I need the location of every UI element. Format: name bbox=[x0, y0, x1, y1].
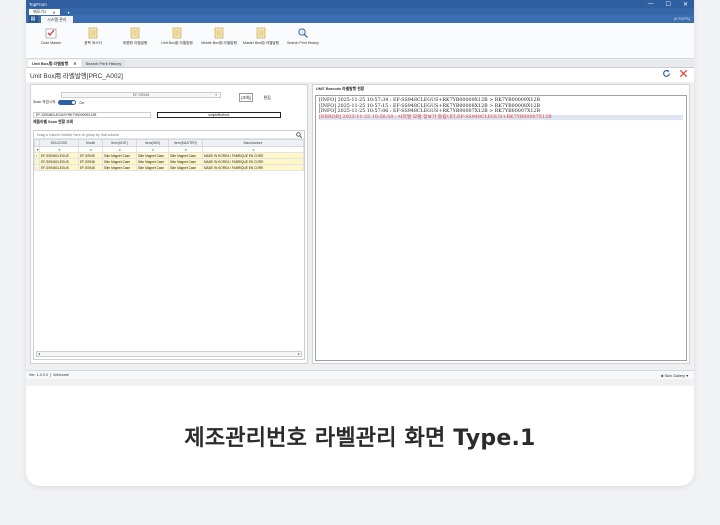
column-header[interactable]: Item(MID) bbox=[136, 139, 169, 147]
search-icon[interactable] bbox=[296, 132, 302, 141]
chevron-down-icon: ▾ bbox=[215, 93, 217, 97]
log-panel: UNIT Barcode 라벨발행 현황 [INFO] 2025-11-25 1… bbox=[312, 84, 690, 364]
ribbon-tabs: ▤ 시스템 관리 bbox=[26, 15, 694, 23]
scan-toggle[interactable] bbox=[58, 100, 77, 105]
close-page-icon[interactable] bbox=[679, 69, 688, 80]
view-button[interactable]: [조회] bbox=[239, 93, 253, 102]
simple-button[interactable]: simpleButton1 bbox=[157, 112, 281, 118]
page-title: Unit Box用 라벨발행[PRC_A002] bbox=[30, 73, 123, 80]
horizontal-scrollbar[interactable]: ◂ ▸ bbox=[36, 351, 302, 357]
doc-icon bbox=[87, 26, 99, 39]
log-output[interactable]: [INFO] 2025-11-25 10:57:34 : EF-SS948CLE… bbox=[315, 95, 687, 361]
document-tabs: 메모기1 ✕ ▾ bbox=[26, 8, 694, 15]
doc-icon bbox=[171, 26, 183, 39]
app-screenshot: TopFrom — ☐ ✕ 메모기1 ✕ ▾ ▤ 시스템 관리 (KTOPS) bbox=[26, 0, 694, 386]
scan-panel: EF-SS948 ▾ Scan 작업시작 On [조회] 편집 EF-SS948… bbox=[30, 84, 308, 364]
page-header: Unit Box用 라벨발행[PRC_A002] bbox=[26, 68, 694, 82]
doc-tab-close-icon[interactable]: ✕ bbox=[52, 10, 55, 15]
grid-table: SKUCODE Model Item(UNIT) Item(MID) Item(… bbox=[34, 139, 304, 171]
ribbon: Code Master 품목 마스터 제품別 라벨발행 Unit Box用 라벨… bbox=[26, 23, 694, 59]
log-line-error: [ERROR] 2025-11-25 10:56:58 : 시리얼 모델 정보가… bbox=[319, 114, 683, 121]
column-header[interactable]: Manufacture bbox=[202, 139, 304, 147]
tab-close-icon[interactable]: ✕ bbox=[73, 61, 76, 66]
scan-grid: Drag a column header here to group by th… bbox=[33, 130, 305, 360]
scroll-right-icon[interactable]: ▸ bbox=[298, 351, 300, 356]
version-label: Ver. 1.0.0.0 bbox=[29, 373, 49, 377]
doc-icon bbox=[255, 26, 267, 39]
grid-header: SKUCODE Model Item(UNIT) Item(MID) Item(… bbox=[34, 139, 304, 147]
status-bar: Ver. 1.0.0.0 | Welcome ◈ Skin Gallery ▾ bbox=[26, 370, 694, 379]
maximize-button[interactable]: ☐ bbox=[666, 1, 671, 8]
ribbon-unit-box-label[interactable]: Unit Box用 라벨발행 bbox=[158, 23, 196, 57]
app-menu-button[interactable]: ▤ bbox=[28, 15, 38, 23]
column-header[interactable]: Item(UNIT) bbox=[102, 139, 137, 147]
ribbon-search-print-history[interactable]: Search Print History bbox=[284, 23, 322, 57]
column-header[interactable]: Item(MASTER) bbox=[168, 139, 203, 147]
section-title: 제품라벨 Scan 현황 조회 bbox=[33, 120, 74, 124]
input-row: EF-SS948CLEGUS+RK7YB00009X12B simpleButt… bbox=[33, 112, 305, 118]
figure-caption: 제조관리번호 라벨관리 화면 Type.1 bbox=[184, 426, 536, 451]
figure-card: TopFrom — ☐ ✕ 메모기1 ✕ ▾ ▤ 시스템 관리 (KTOPS) bbox=[26, 0, 694, 486]
ribbon-master-box-label[interactable]: Master Box用 라벨발행 bbox=[242, 23, 280, 57]
doc-icon bbox=[213, 26, 225, 39]
module-tabs: Unit Box用 라벨발행 ✕ Search Print History bbox=[26, 60, 694, 68]
skin-gallery[interactable]: ◈ Skin Gallery ▾ bbox=[661, 373, 688, 378]
minimize-button[interactable]: — bbox=[648, 1, 654, 7]
ribbon-product-label[interactable]: 제품別 라벨발행 bbox=[116, 23, 154, 57]
scroll-left-icon[interactable]: ◂ bbox=[38, 351, 40, 356]
check-doc-icon bbox=[45, 26, 57, 39]
title-bar: TopFrom — ☐ ✕ bbox=[26, 0, 694, 8]
search-doc-icon bbox=[297, 26, 309, 39]
edit-button[interactable]: 편집 bbox=[257, 93, 277, 102]
doc-icon bbox=[129, 26, 141, 39]
column-header[interactable]: SKUCODE bbox=[39, 139, 79, 147]
log-panel-title: UNIT Barcode 라벨발행 현황 bbox=[316, 87, 365, 91]
column-header[interactable]: Model bbox=[78, 139, 103, 147]
tab-unit-box-label[interactable]: Unit Box用 라벨발행 ✕ bbox=[28, 60, 81, 67]
window-title: TopFrom bbox=[29, 1, 47, 7]
user-label: (KTOPS) bbox=[673, 16, 690, 21]
refresh-icon[interactable] bbox=[662, 69, 671, 80]
table-row[interactable]: EF-SS948CLEGUS EF-SS948 Slim Magnet Case… bbox=[34, 164, 304, 171]
tab-search-print-history[interactable]: Search Print History bbox=[81, 60, 126, 67]
barcode-input[interactable]: EF-SS948CLEGUS+RK7YB00009X12B bbox=[33, 112, 151, 118]
ribbon-middle-box-label[interactable]: Middle Box用 라벨발행 bbox=[200, 23, 238, 57]
close-button[interactable]: ✕ bbox=[683, 1, 688, 8]
ribbon-tab-system[interactable]: 시스템 관리 bbox=[41, 16, 73, 23]
ribbon-item-master[interactable]: 품목 마스터 bbox=[74, 23, 112, 57]
model-select[interactable]: EF-SS948 ▾ bbox=[61, 92, 221, 98]
ribbon-code-master[interactable]: Code Master bbox=[32, 23, 70, 57]
welcome-label: Welcome bbox=[53, 373, 69, 377]
scan-row: Scan 작업시작 On bbox=[33, 100, 85, 105]
group-panel[interactable]: Drag a column header here to group by th… bbox=[34, 131, 304, 139]
